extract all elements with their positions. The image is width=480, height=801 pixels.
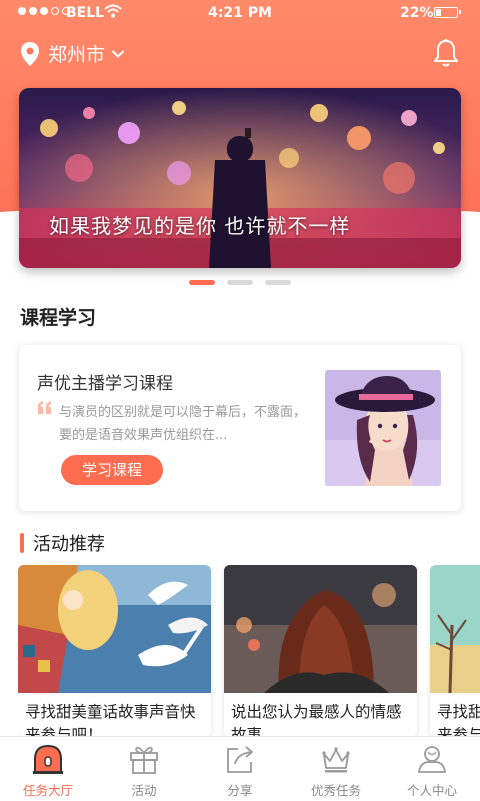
activity-carousel[interactable]: 寻找甜美童话故事声音快来参与吧！ 说出您认为最感人的情感故事 寻找甜美童话故事声… [18,565,480,737]
activity-card-title: 说出您认为最感人的情感故事 [231,703,402,737]
banner-caption: 如果我梦见的是你 也许就不一样 [49,214,351,238]
activity-section-title: 活动推荐 [33,534,105,555]
tab-share[interactable]: 分享 [192,737,288,801]
user-icon [418,746,446,773]
activity-card[interactable]: 寻找甜美童话故事声音快来参与吧！ [430,565,480,737]
pagination-dot[interactable] [227,280,253,285]
course-card[interactable]: 声优主播学习课程 与演员的区别就是可以隐于幕后，不露面，要的是语音效果声优组织在… [19,345,461,511]
pagination-dot-active[interactable] [189,280,215,285]
tab-label: 活动 [131,783,157,798]
activity-card-image [430,565,480,694]
quote-icon [38,401,51,414]
activity-card-title: 寻找甜美童话故事声音快来参与吧！ [25,703,196,737]
tab-label: 优秀任务 [310,783,361,798]
tab-label: 分享 [227,783,253,798]
activity-card[interactable]: 说出您认为最感人的情感故事 [224,565,417,737]
banner-image [19,88,461,268]
activity-card-image [18,565,211,693]
status-bar: BELL 4:21 PM 22% [0,0,480,28]
share-icon [227,746,254,773]
battery-percent: 22% [400,5,434,21]
activity-section-header: 活动推荐 [20,530,105,556]
course-thumbnail [325,370,441,486]
pagination-dot[interactable] [265,280,291,285]
crown-icon [322,747,350,773]
hero-banner[interactable]: 如果我梦见的是你 也许就不一样 [19,88,461,268]
gift-icon [130,746,158,774]
banner-pagination [0,280,480,285]
activity-card-title: 寻找甜美童话故事声音快来参与吧！ [437,703,480,737]
tab-profile[interactable]: 个人中心 [384,737,480,801]
chevron-down-icon [111,49,125,58]
course-section-title: 课程学习 [20,307,97,329]
course-description: 与演员的区别就是可以隐于幕后，不露面，要的是语音效果声优组织在... [59,405,307,443]
tab-task-hall[interactable]: 任务大厅 [0,737,96,801]
section-accent-bar [20,533,24,553]
tab-excellent-tasks[interactable]: 优秀任务 [288,737,384,801]
location-label: 郑州市 [48,44,106,66]
activity-card-image [224,565,417,693]
task-hall-icon [33,744,63,774]
battery-icon [434,7,461,18]
tab-label: 任务大厅 [22,783,73,798]
location-selector[interactable]: 郑州市 [20,40,125,67]
tab-activity[interactable]: 活动 [96,737,192,801]
study-course-button[interactable]: 学习课程 [61,455,163,485]
tab-label: 个人中心 [406,783,457,798]
location-pin-icon [21,41,39,66]
bottom-tab-bar: 任务大厅 活动 分享 优秀任务 个人中心 [0,736,480,801]
course-name: 声优主播学习课程 [37,374,173,394]
activity-card[interactable]: 寻找甜美童话故事声音快来参与吧！ [18,565,211,737]
notification-bell-icon[interactable] [432,38,460,72]
